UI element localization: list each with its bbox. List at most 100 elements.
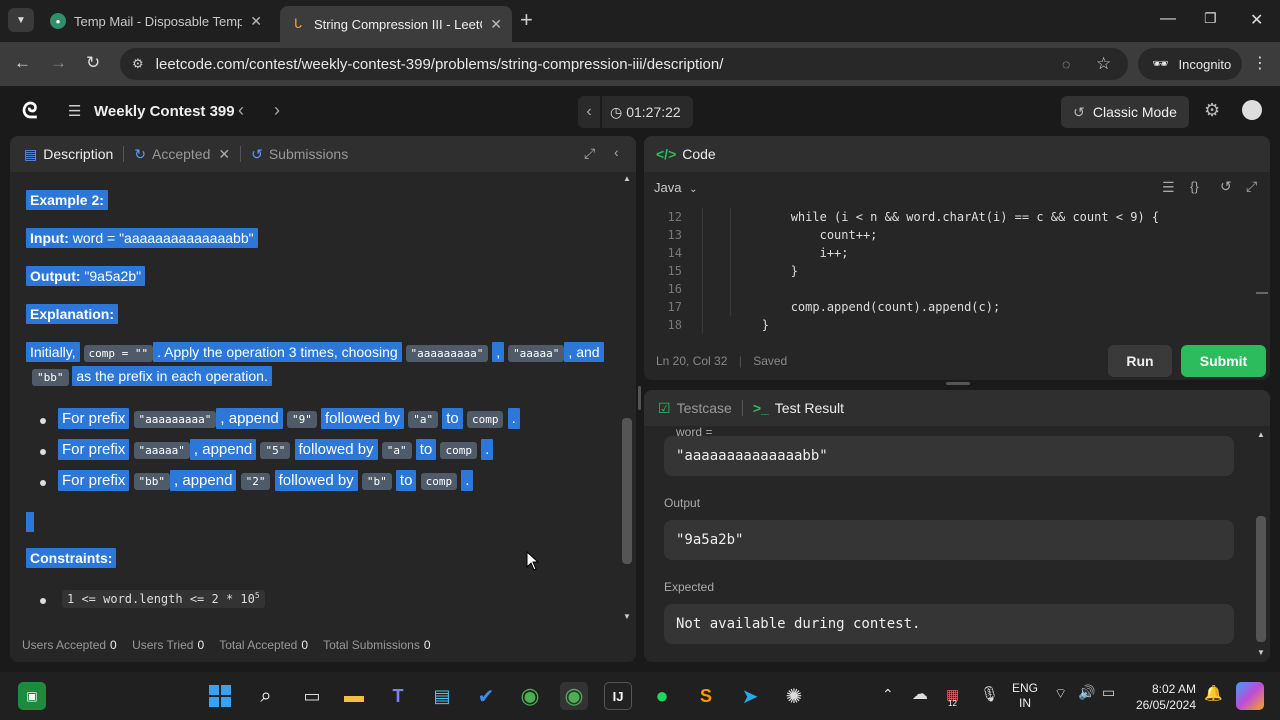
star-icon[interactable]: ☆ xyxy=(1096,54,1111,74)
forward-arrow-icon[interactable]: → xyxy=(50,53,67,73)
restore-icon[interactable]: ❐ xyxy=(1204,10,1217,27)
bullet-text: , append xyxy=(189,439,257,460)
tab-submissions[interactable]: ↺ Submissions xyxy=(251,146,348,163)
bullet-text: to xyxy=(395,470,417,491)
description-panel-tabs: ▤ Description ↻ Accepted ✕ ↺ Submissions… xyxy=(10,136,636,172)
new-tab-button[interactable]: + xyxy=(520,9,533,31)
contest-title[interactable]: Weekly Contest 399 xyxy=(94,103,235,120)
run-button[interactable]: Run xyxy=(1108,345,1172,377)
bullet-text: For prefix xyxy=(58,470,130,491)
windows-start-icon[interactable] xyxy=(206,682,234,710)
list-item: For prefix "aaaaa", append "5" followed … xyxy=(58,439,494,460)
eye-off-icon[interactable]: ◌ xyxy=(1062,56,1070,72)
braces-icon[interactable]: {} xyxy=(1190,179,1199,194)
leetcode-logo-icon[interactable]: ᘓ xyxy=(22,98,38,124)
site-info-icon[interactable]: ⚙ xyxy=(132,56,144,72)
telegram-icon[interactable]: ➤ xyxy=(736,682,764,710)
classic-mode-button[interactable]: ↺ Classic Mode xyxy=(1061,96,1189,128)
microphone-icon[interactable]: 🎙 xyxy=(980,685,999,703)
output-label: Output xyxy=(664,496,701,510)
spotify-icon[interactable]: ● xyxy=(648,682,676,710)
scrollbar-thumb[interactable] xyxy=(1256,516,1266,642)
reload-icon[interactable]: ↻ xyxy=(86,53,100,73)
vertical-resize-handle[interactable] xyxy=(638,386,641,410)
close-tab-icon[interactable]: ✕ xyxy=(218,146,230,163)
tab-testcase-label: Testcase xyxy=(676,400,732,416)
inline-code: comp = "" xyxy=(83,345,154,362)
problem-list-icon[interactable]: ☰ xyxy=(68,102,81,120)
teams-icon[interactable]: T xyxy=(384,682,412,710)
browser-tab-temp-mail[interactable]: ● Temp Mail - Disposable Tempor ✕ xyxy=(40,6,272,36)
settings-gear-icon[interactable]: ⚙ xyxy=(1204,100,1220,121)
collapse-timer-icon[interactable]: ‹ xyxy=(578,96,600,128)
todo-check-icon[interactable]: ✔ xyxy=(472,682,500,710)
tab-test-result[interactable]: >_ Test Result xyxy=(753,400,844,416)
format-icon[interactable]: ☰ xyxy=(1162,179,1175,196)
chrome-incognito-icon[interactable]: ◉ xyxy=(560,682,588,710)
test-result-scrollbar[interactable]: ▲ ▼ xyxy=(1254,426,1268,660)
back-arrow-icon[interactable]: ← xyxy=(14,53,31,73)
tab-description-label: Description xyxy=(43,146,114,162)
scroll-up-icon[interactable]: ▲ xyxy=(623,174,631,183)
minimize-icon[interactable]: — xyxy=(1160,10,1176,28)
cursor-position: Ln 20, Col 32 xyxy=(656,354,728,368)
notepad-icon[interactable]: ▤ xyxy=(428,682,456,710)
maximize-icon[interactable]: ⤢ xyxy=(584,145,595,162)
submit-button[interactable]: Submit xyxy=(1181,345,1266,377)
language-indicator[interactable]: ENG IN xyxy=(1012,681,1038,711)
inline-code: "aaaaa" xyxy=(133,442,190,459)
chevron-up-icon[interactable]: ⌃ xyxy=(882,686,894,703)
sublime-icon[interactable]: S xyxy=(692,682,720,710)
file-explorer-icon[interactable]: ▬ xyxy=(340,682,368,710)
save-status: Saved xyxy=(753,354,788,368)
inline-code: "bb" xyxy=(133,473,171,490)
browser-menu-icon[interactable]: ⋮ xyxy=(1252,53,1268,73)
scroll-down-icon[interactable]: ▼ xyxy=(623,612,631,621)
expected-label: Expected xyxy=(664,580,715,594)
scroll-down-icon[interactable]: ▼ xyxy=(1257,648,1265,657)
language-select[interactable]: Java ⌄ xyxy=(654,180,697,195)
panel-resize-handle[interactable] xyxy=(946,382,970,385)
onedrive-icon[interactable]: ☁ xyxy=(912,684,928,704)
code-editor[interactable]: 12 while (i < n && word.charAt(i) == c &… xyxy=(644,208,1270,334)
search-icon[interactable]: ⌕ xyxy=(252,682,280,710)
close-tab-icon[interactable]: ✕ xyxy=(250,13,262,30)
wifi-icon[interactable]: ⌔ xyxy=(1054,685,1067,703)
incognito-badge[interactable]: 🕶 Incognito xyxy=(1138,48,1242,80)
tab-description[interactable]: ▤ Description xyxy=(24,146,113,163)
battery-icon[interactable]: ▭ xyxy=(1102,684,1115,701)
tab-testcase[interactable]: ☑ Testcase xyxy=(658,400,732,417)
code-line: } xyxy=(704,264,798,278)
language-value: Java xyxy=(654,180,682,195)
notification-bell-icon[interactable]: 🔔 xyxy=(1204,684,1223,702)
url-field[interactable]: ⚙ leetcode.com/contest/weekly-contest-39… xyxy=(120,48,1128,80)
close-window-icon[interactable]: ✕ xyxy=(1250,10,1263,30)
avatar[interactable] xyxy=(1242,100,1262,120)
terminal-icon: >_ xyxy=(752,400,769,416)
contest-timer[interactable]: ‹ ◷ 01:27:22 xyxy=(578,96,693,128)
next-problem-icon[interactable]: › xyxy=(274,100,280,121)
copilot-icon[interactable] xyxy=(1236,682,1264,710)
description-scrollbar[interactable]: ▲ ▼ xyxy=(620,172,634,624)
desktop-widget-icon[interactable]: ▣ xyxy=(18,682,46,710)
editor-scroll-marker xyxy=(1256,292,1268,294)
fullscreen-icon[interactable]: ⤢ xyxy=(1246,178,1257,195)
tab-search-button[interactable]: ▼ xyxy=(8,8,34,32)
reset-code-icon[interactable]: ↺ xyxy=(1220,178,1232,195)
clock[interactable]: 8:02 AM 26/05/2024 xyxy=(1128,681,1196,713)
chrome-icon[interactable]: ◉ xyxy=(516,682,544,710)
openai-icon[interactable]: ✺ xyxy=(780,682,808,710)
scrollbar-thumb[interactable] xyxy=(622,418,632,564)
test-panel-tabs: ☑ Testcase >_ Test Result xyxy=(644,390,1270,426)
windows-taskbar: ▣ ⌕ ▭ ▬ T ▤ ✔ ◉ ◉ IJ ● S ➤ ✺ ⌃ ☁ ▦ 12 🎙 … xyxy=(0,672,1280,720)
scroll-up-icon[interactable]: ▲ xyxy=(1257,430,1265,439)
tab-accepted[interactable]: ↻ Accepted ✕ xyxy=(134,146,230,163)
line-number: 15 xyxy=(667,264,682,278)
prev-problem-icon[interactable]: ‹ xyxy=(238,100,244,121)
task-view-icon[interactable]: ▭ xyxy=(298,682,326,710)
intellij-icon[interactable]: IJ xyxy=(604,682,632,710)
close-tab-icon[interactable]: ✕ xyxy=(490,16,502,33)
collapse-panel-icon[interactable]: ‹ xyxy=(614,144,619,160)
browser-tab-leetcode[interactable]: ᒐ String Compression III - LeetCo ✕ xyxy=(280,6,512,42)
volume-icon[interactable]: 🔊 xyxy=(1078,684,1095,701)
